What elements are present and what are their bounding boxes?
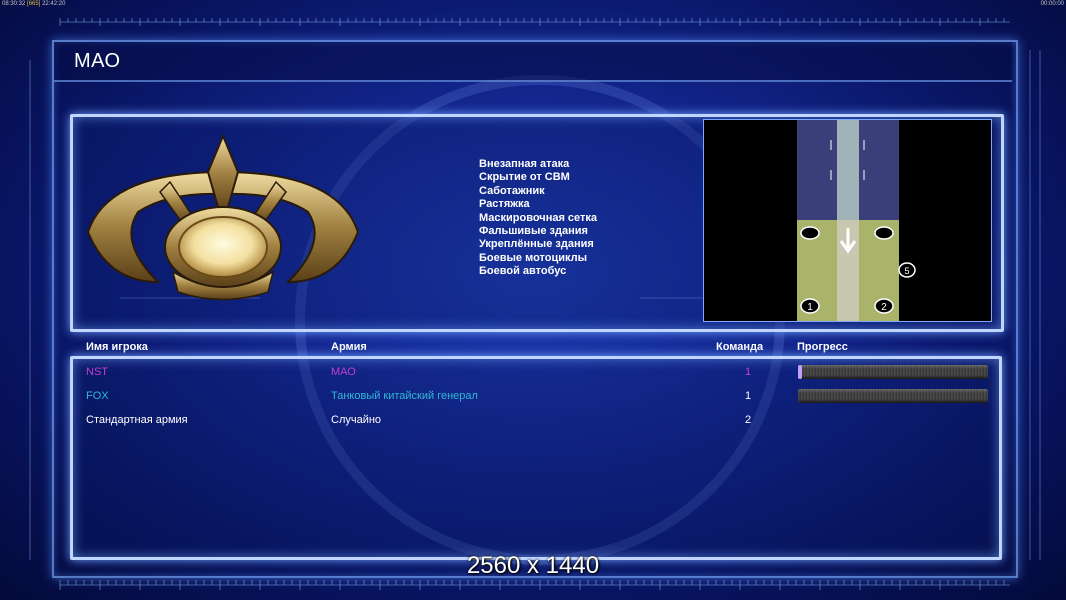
load-progress-fill: [798, 365, 802, 379]
player-team: 1: [745, 366, 752, 378]
start-position-1[interactable]: 1: [800, 298, 820, 314]
svg-text:1: 1: [807, 302, 813, 313]
start-position-5[interactable]: 5: [898, 262, 916, 278]
rule-item: Саботажник: [479, 184, 545, 197]
rule-item: Скрытие от СВМ: [479, 171, 570, 184]
player-team: 2: [745, 414, 752, 426]
player-army: Случайно: [331, 414, 382, 426]
rule-item: Боевые мотоциклы: [479, 251, 588, 264]
rule-item: Фальшивые здания: [479, 225, 588, 238]
player-team: 1: [745, 390, 752, 402]
rule-item: Маскировочная сетка: [479, 211, 598, 224]
rule-item: Растяжка: [479, 198, 530, 211]
load-progress-bar: [798, 389, 988, 403]
title-bar: [54, 42, 1012, 82]
svg-text:2: 2: [881, 302, 887, 313]
player-list-panel: [70, 356, 1002, 560]
game-rules-list: Внезапная атака Скрытие от СВМ Саботажни…: [479, 158, 597, 279]
player-name: Стандартная армия: [86, 414, 188, 426]
player-name: FOX: [86, 390, 109, 402]
start-position-2[interactable]: 2: [874, 298, 894, 314]
player-name: NST: [86, 366, 108, 378]
rule-item: Внезапная атака: [479, 158, 570, 170]
game-title: МАО: [74, 50, 121, 72]
resolution-label: 2560 x 1440: [466, 552, 600, 579]
rule-item: Боевой автобус: [479, 265, 567, 278]
rule-item: Укреплённые здания: [479, 238, 594, 251]
load-progress-bar: [798, 365, 988, 379]
column-header-team: Команда: [716, 341, 764, 353]
player-army: Танковый китайский генерал: [331, 390, 478, 402]
faction-emblem-icon: [86, 133, 360, 301]
svg-text:5: 5: [904, 266, 909, 276]
column-header-army: Армия: [331, 341, 367, 353]
minimap-image: 1 2 5: [797, 120, 916, 321]
map-preview: 1 2 5: [703, 119, 992, 322]
player-army: МАО: [331, 366, 356, 378]
column-header-progress: Прогресс: [797, 341, 848, 353]
column-header-player: Имя игрока: [86, 341, 148, 353]
